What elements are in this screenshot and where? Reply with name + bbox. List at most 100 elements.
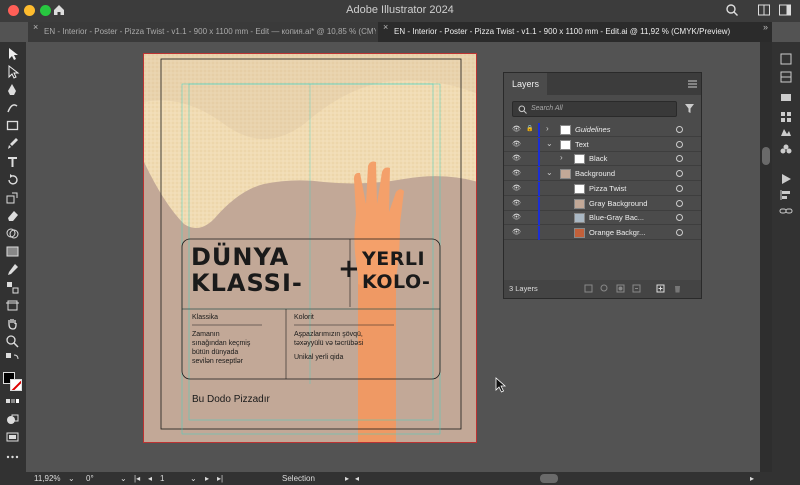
layer-row[interactable]: 👁 Pizza Twist: [504, 181, 701, 196]
rotate-tool-icon[interactable]: [5, 172, 20, 187]
column-1-title: Klassika: [192, 314, 219, 321]
locate-object-icon[interactable]: [600, 284, 609, 293]
layer-target-icon[interactable]: [676, 199, 683, 207]
tab-document-copy[interactable]: EN - Interior - Poster - Pizza Twist - v…: [28, 22, 376, 42]
pen-tool-icon[interactable]: [5, 82, 20, 97]
layer-row[interactable]: 👁 › Black: [504, 152, 701, 167]
paintbrush-tool-icon[interactable]: [5, 136, 20, 151]
close-tab-icon[interactable]: ×: [383, 22, 388, 32]
vertical-scrollbar[interactable]: [760, 42, 772, 472]
zoom-dropdown-icon[interactable]: ⌄: [68, 474, 75, 483]
type-tool-icon[interactable]: [5, 154, 20, 169]
workspace-switcher-icon[interactable]: [778, 3, 792, 17]
collect-for-export-icon[interactable]: [584, 284, 593, 293]
draw-mode-icon[interactable]: [5, 412, 20, 427]
close-tab-icon[interactable]: ×: [33, 22, 38, 32]
layers-dock-icon[interactable]: [779, 90, 793, 104]
scale-tool-icon[interactable]: [5, 190, 20, 205]
previous-artboard-icon[interactable]: ◂: [148, 474, 152, 483]
artboard[interactable]: DÜNYA KLASSI- + YERLI KOLO- Klassika Zam…: [143, 53, 477, 443]
tab-overflow-icon[interactable]: »: [763, 22, 768, 32]
blend-tool-icon[interactable]: [5, 280, 20, 295]
filter-icon[interactable]: [684, 103, 695, 114]
tab-document-edit[interactable]: EN - Interior - Poster - Pizza Twist - v…: [378, 22, 772, 42]
visibility-eye-icon[interactable]: 👁: [512, 169, 521, 177]
expand-arrow-icon[interactable]: ›: [560, 153, 563, 162]
next-artboard-icon[interactable]: ▸: [205, 474, 209, 483]
layer-row[interactable]: 👁 Orange Backgr...: [504, 225, 701, 240]
delete-layer-icon[interactable]: [673, 284, 682, 293]
create-sublayer-icon[interactable]: [632, 284, 641, 293]
visibility-eye-icon[interactable]: 👁: [512, 228, 521, 236]
layer-target-icon[interactable]: [676, 126, 683, 133]
symbols-icon[interactable]: [779, 142, 793, 156]
last-artboard-icon[interactable]: ▸|: [217, 474, 223, 483]
panel-menu-icon[interactable]: [688, 80, 697, 88]
visibility-eye-icon[interactable]: 👁: [512, 184, 521, 192]
visibility-eye-icon[interactable]: 👁: [512, 154, 521, 162]
gradient-tool-icon[interactable]: [5, 244, 20, 259]
horizontal-scroll-left-icon[interactable]: ◂: [355, 474, 359, 483]
layer-row[interactable]: 👁 ⌄ Text: [504, 137, 701, 152]
rectangle-tool-icon[interactable]: [5, 118, 20, 133]
layer-target-icon[interactable]: [676, 214, 683, 222]
status-menu-icon[interactable]: ▸: [345, 474, 349, 483]
rotation-view[interactable]: 0°: [86, 474, 94, 483]
links-icon[interactable]: [779, 204, 793, 218]
layer-row[interactable]: 👁 Gray Background: [504, 196, 701, 211]
layer-target-icon[interactable]: [676, 228, 683, 236]
artboard-number[interactable]: 1: [160, 474, 164, 483]
collapse-arrow-icon[interactable]: ⌄: [546, 139, 553, 148]
stroke-color-swatch[interactable]: [10, 379, 22, 391]
eraser-tool-icon[interactable]: [5, 208, 20, 223]
layer-target-icon[interactable]: [676, 184, 683, 192]
align-icon[interactable]: [779, 188, 793, 202]
swap-fill-stroke-icon[interactable]: [5, 352, 20, 367]
layers-panel-tab[interactable]: Layers: [504, 73, 548, 95]
shape-builder-tool-icon[interactable]: [5, 226, 20, 241]
visibility-eye-icon[interactable]: 👁: [512, 125, 521, 133]
color-mode-icon[interactable]: [5, 394, 20, 409]
make-clipping-mask-icon[interactable]: [616, 284, 625, 293]
layer-row[interactable]: 👁 🔒 › Guidelines: [504, 123, 701, 137]
selection-tool-icon[interactable]: [5, 46, 20, 61]
screen-mode-icon[interactable]: [5, 430, 20, 445]
layer-row[interactable]: 👁 ⌄ Background: [504, 167, 701, 182]
layer-target-icon[interactable]: [676, 140, 683, 148]
layer-count: 3 Layers: [509, 284, 538, 293]
eyedropper-tool-icon[interactable]: [5, 262, 20, 277]
horizontal-scroll-right-icon[interactable]: ▸: [750, 474, 754, 483]
libraries-icon[interactable]: [779, 70, 793, 84]
create-new-layer-icon[interactable]: [656, 284, 665, 293]
properties-icon[interactable]: [779, 52, 793, 66]
hand-tool-icon[interactable]: [5, 316, 20, 331]
search-icon[interactable]: [725, 3, 739, 17]
artboards-icon[interactable]: [779, 110, 793, 124]
layer-target-icon[interactable]: [676, 170, 683, 178]
artboard-tool-icon[interactable]: [5, 298, 20, 313]
horizontal-scrollbar-thumb[interactable]: [540, 474, 558, 483]
direct-selection-tool-icon[interactable]: [5, 64, 20, 79]
rotation-dropdown-icon[interactable]: ⌄: [120, 474, 127, 483]
layer-target-icon[interactable]: [676, 155, 683, 163]
lock-icon[interactable]: 🔒: [526, 125, 533, 132]
artboard-dropdown-icon[interactable]: ⌄: [190, 474, 197, 483]
vertical-scrollbar-thumb[interactable]: [762, 147, 770, 165]
layers-search-input[interactable]: Search All: [512, 101, 677, 117]
actions-icon[interactable]: [779, 172, 793, 186]
arrange-documents-icon[interactable]: [757, 3, 771, 17]
zoom-level[interactable]: 11,92%: [34, 474, 61, 483]
visibility-eye-icon[interactable]: 👁: [512, 199, 521, 207]
layer-row[interactable]: 👁 Blue-Gray Bac...: [504, 211, 701, 226]
expand-arrow-icon[interactable]: ›: [546, 124, 549, 133]
asset-export-icon[interactable]: [779, 126, 793, 140]
visibility-eye-icon[interactable]: 👁: [512, 213, 521, 221]
collapse-arrow-icon[interactable]: ⌄: [546, 168, 553, 177]
curvature-tool-icon[interactable]: [5, 100, 20, 115]
layer-thumbnail: [574, 183, 585, 194]
first-artboard-icon[interactable]: |◂: [134, 474, 140, 483]
visibility-eye-icon[interactable]: 👁: [512, 140, 521, 148]
zoom-tool-icon[interactable]: [5, 334, 20, 349]
layer-color-bar: [538, 167, 540, 182]
more-tools-icon[interactable]: [5, 449, 20, 464]
